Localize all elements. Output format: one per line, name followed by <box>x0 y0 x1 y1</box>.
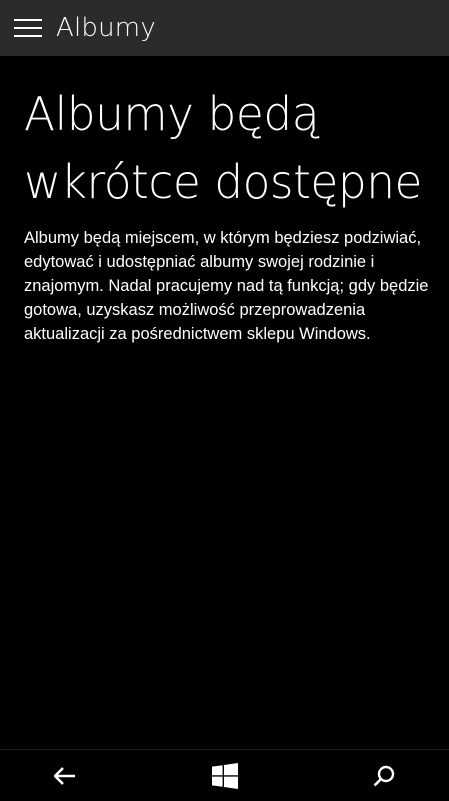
app-bar: Albumy <box>0 0 449 56</box>
search-button[interactable] <box>319 750 449 801</box>
start-button[interactable] <box>160 750 290 801</box>
hamburger-menu-button[interactable] <box>0 0 56 56</box>
windows-logo-icon <box>211 762 238 789</box>
description-text: Albumy będą miejscem, w którym będziesz … <box>24 229 429 343</box>
main-content: Albumy będą wkrótce dostępne Albumy będą… <box>24 80 434 346</box>
search-icon <box>373 765 395 786</box>
back-button[interactable] <box>0 750 130 801</box>
page-heading: Albumy będą wkrótce dostępne <box>24 87 423 209</box>
hamburger-menu-icon <box>14 19 42 37</box>
system-nav-bar <box>0 749 449 801</box>
back-arrow-icon <box>54 766 75 785</box>
app-title: Albumy <box>56 13 156 43</box>
